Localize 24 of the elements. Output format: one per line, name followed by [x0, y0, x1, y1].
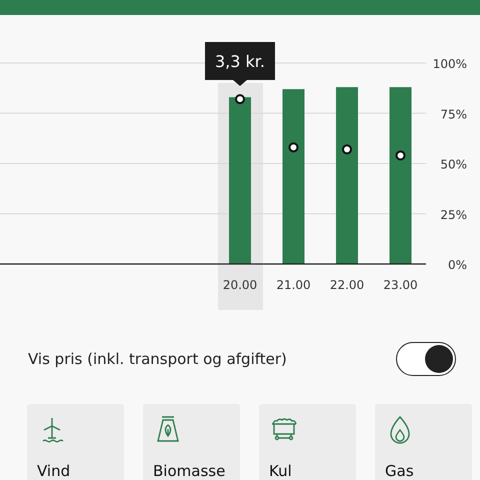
- axis-label: 23.00: [383, 278, 418, 292]
- source-label: Kul: [269, 462, 293, 480]
- bar[interactable]: [282, 89, 304, 264]
- axis-label: 0%: [448, 258, 467, 272]
- axis-label: 20.00: [222, 278, 258, 292]
- energy-source-card[interactable]: Gas: [375, 404, 472, 480]
- bar[interactable]: [229, 97, 251, 264]
- source-label: Gas: [385, 462, 415, 480]
- price-tooltip: 3,3 kr.: [205, 42, 275, 86]
- bar[interactable]: [390, 87, 412, 264]
- axis-label: 21.00: [276, 278, 311, 292]
- axis-label: 50%: [440, 158, 467, 172]
- energy-source-card[interactable]: Kul: [259, 404, 356, 480]
- axis-label: 100%: [432, 57, 467, 71]
- toggle-label: Vis pris (inkl. transport og afgifter): [28, 350, 287, 368]
- source-label: Biomasse: [153, 462, 226, 480]
- source-label: Vind: [37, 462, 72, 480]
- price-toggle[interactable]: [396, 342, 456, 376]
- bar[interactable]: [336, 87, 358, 264]
- energy-source-card[interactable]: Biomasse: [143, 404, 240, 480]
- energy-source-card[interactable]: Vind: [27, 404, 124, 480]
- axis-label: 25%: [440, 208, 467, 222]
- axis-label: 22.00: [330, 278, 364, 292]
- axis-label: 75%: [440, 107, 467, 122]
